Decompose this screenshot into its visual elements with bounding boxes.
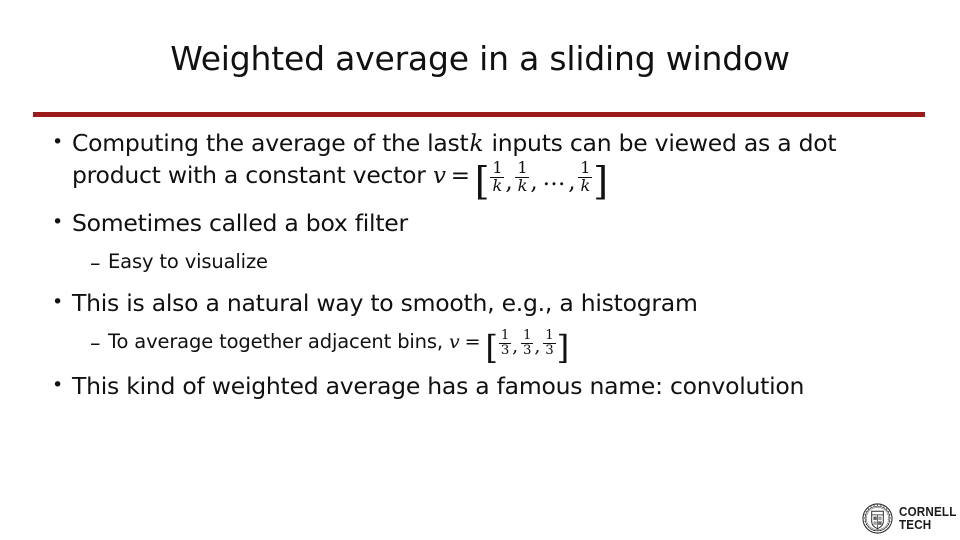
fraction-numerator: 1 xyxy=(523,328,532,344)
fraction-1-over-3-a: 13 xyxy=(498,328,512,358)
math-open-bracket: [ xyxy=(485,327,498,366)
bullet-marker-icon: • xyxy=(52,211,64,234)
sub-bullet-text-3-1: To average together adjacent bins, v =[1 3… xyxy=(108,329,960,363)
sub-bullet-3-1-text: To average together adjacent bins, xyxy=(108,329,443,353)
fraction-1-over-k-b: 1k xyxy=(515,157,530,195)
math-open-bracket: [ xyxy=(474,159,490,204)
math-close-bracket: ] xyxy=(556,327,570,366)
fraction-denominator: k xyxy=(490,176,505,195)
cornell-tech-wordmark: CORNELL TECH xyxy=(899,504,960,532)
formula-vector-one-third: v =[1 3, 1 3, 1 3] xyxy=(449,329,569,363)
fraction-numerator: 1 xyxy=(545,328,554,344)
bullet-item-3: • This is also a natural way to smooth, … xyxy=(0,288,960,319)
math-ellipsis: … xyxy=(542,165,566,192)
math-lhs-v: v xyxy=(432,162,446,189)
fraction-denominator: k xyxy=(578,176,593,195)
sub-bullet-marker-icon: – xyxy=(90,330,101,355)
fraction-numerator: 1 xyxy=(580,157,591,177)
fraction-1-over-3-b: 13 xyxy=(521,328,534,358)
slide-body: • Computing the average of the lastk inp… xyxy=(0,128,960,404)
fraction-numerator: 1 xyxy=(492,157,503,177)
formula-vector-one-over-k: v =[1 k, 1 k,…, 1 k] xyxy=(432,159,608,200)
cornell-tech-logo: CORNELL TECH xyxy=(862,503,960,534)
bullet-item-2: • Sometimes called a box filter xyxy=(0,208,960,239)
title-area: Weighted average in a sliding window xyxy=(0,40,960,78)
math-equals: = xyxy=(450,162,470,189)
bullet-text-2: Sometimes called a box filter xyxy=(72,209,408,238)
fraction-numerator: 1 xyxy=(517,157,528,177)
math-comma-1: , xyxy=(512,335,519,358)
bullet-item-4: • This kind of weighted average has a fa… xyxy=(0,371,960,402)
title-divider-rule xyxy=(33,112,925,117)
bullet-text-4: This kind of weighted average has a famo… xyxy=(72,371,805,400)
fraction-denominator: 3 xyxy=(521,342,534,358)
sub-bullet-item-2-1: – Easy to visualize xyxy=(0,249,960,277)
bullet-marker-icon: • xyxy=(52,131,64,153)
math-close-bracket: ] xyxy=(593,159,608,204)
logo-line-2: TECH xyxy=(899,518,932,532)
bullet-text-1: Computing the average of the lastk input… xyxy=(72,128,924,200)
sub-bullet-item-3-1: – To average together adjacent bins, v =[… xyxy=(0,329,960,363)
logo-line-1: CORNELL xyxy=(899,504,957,519)
variable-k: k xyxy=(469,131,484,157)
page-title: Weighted average in a sliding window xyxy=(170,39,790,78)
slide: Weighted average in a sliding window • C… xyxy=(0,0,960,540)
fraction-numerator: 1 xyxy=(500,328,510,344)
fraction-denominator: k xyxy=(515,176,530,195)
cornell-seal-icon xyxy=(862,503,893,534)
sub-bullet-text-2-1: Easy to visualize xyxy=(108,249,268,273)
bullet-item-1: • Computing the average of the lastk inp… xyxy=(0,128,960,200)
bullet-marker-icon: • xyxy=(52,373,64,396)
math-comma-2: , xyxy=(534,335,541,358)
fraction-denominator: 3 xyxy=(498,342,512,358)
bullet-text-3: This is also a natural way to smooth, e.… xyxy=(72,289,698,318)
sub-bullet-marker-icon: – xyxy=(90,250,101,275)
math-equals: = xyxy=(464,330,481,353)
math-comma-1: , xyxy=(505,168,513,195)
bullet-1-text-part-1: Computing the average of the last xyxy=(72,129,469,157)
fraction-1-over-k-a: 1k xyxy=(490,157,505,195)
math-comma-3: , xyxy=(568,168,576,195)
fraction-1-over-3-c: 13 xyxy=(543,328,556,358)
bullet-marker-icon: • xyxy=(52,291,64,314)
math-lhs-v: v xyxy=(449,330,460,353)
fraction-1-over-k-c: 1k xyxy=(578,157,593,195)
fraction-denominator: 3 xyxy=(543,342,556,358)
